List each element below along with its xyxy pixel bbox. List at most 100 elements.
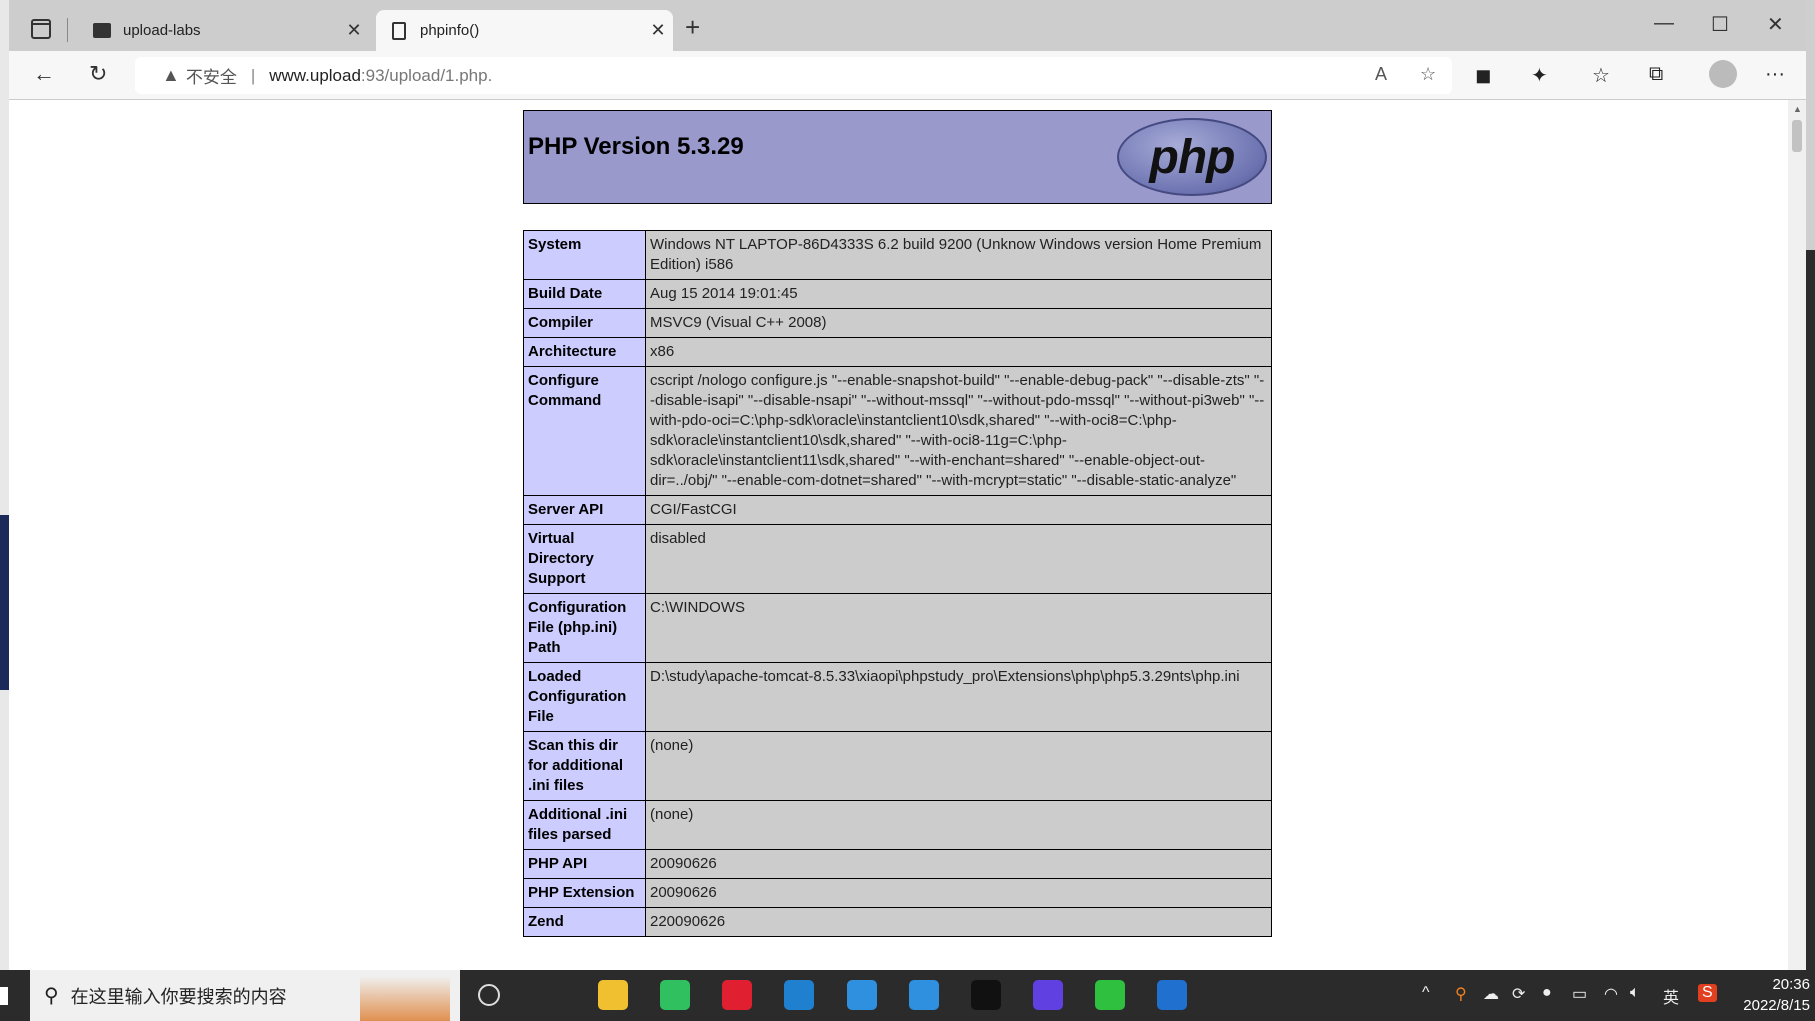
info-row: PHP Extension 20090626	[523, 878, 1272, 908]
extensions-puzzle-icon[interactable]: ✦	[1531, 63, 1548, 88]
read-aloud-icon[interactable]: A	[1375, 64, 1387, 85]
add-favorite-icon[interactable]: ☆	[1420, 64, 1436, 85]
info-row: Server API CGI/FastCGI	[523, 495, 1272, 525]
info-value: (none)	[645, 731, 1272, 801]
new-tab-button[interactable]: +	[685, 12, 700, 43]
info-value: 20090626	[645, 878, 1272, 908]
show-hidden-icons[interactable]: ^	[1422, 984, 1430, 1002]
browser-q1-taskbar-icon[interactable]	[847, 980, 877, 1010]
page-title: PHP Version 5.3.29	[528, 133, 744, 160]
info-key: Virtual Directory Support	[523, 524, 646, 594]
address-toolbar: ← ↻ ▲ 不安全 | www.upload:93/upload/1.php. …	[9, 51, 1806, 100]
sync-icon[interactable]: ⟳	[1512, 984, 1525, 1004]
info-key: Compiler	[523, 308, 646, 338]
info-row: Scan this dir for additional .ini files(…	[523, 731, 1272, 801]
volume-icon[interactable]: 🔈︎	[1630, 984, 1640, 1002]
not-secure-label[interactable]: 不安全	[186, 63, 237, 88]
info-row: Loaded Configuration File D:\study\apache…	[523, 662, 1272, 732]
info-row: Additional .ini files parsed (none)	[523, 800, 1272, 850]
info-value: Aug 15 2014 19:01:45	[645, 279, 1272, 309]
search-icon: ⚲	[44, 985, 59, 1007]
info-key: System	[523, 230, 646, 280]
info-row: Compiler MSVC9 (Visual C++ 2008)	[523, 308, 1272, 338]
terminal-taskbar-icon[interactable]	[971, 980, 1001, 1010]
url-host: www.upload	[269, 65, 361, 85]
tab-bar: upload-labs ✕ phpinfo() ✕ + — ☐ ✕	[9, 0, 1806, 51]
profile-avatar[interactable]	[1709, 60, 1737, 88]
notepad-taskbar-icon[interactable]	[1157, 980, 1187, 1010]
info-row: Configuration File (php.ini) Path C:\WIND…	[523, 593, 1272, 663]
info-key: Configuration File (php.ini) Path	[523, 593, 646, 663]
collections-icon[interactable]: ⧉	[1649, 63, 1663, 86]
taskbar-search[interactable]: ⚲ 在这里输入你要搜索的内容	[30, 970, 460, 1021]
close-window-button[interactable]: ✕	[1767, 12, 1784, 37]
app-bolt-taskbar-icon[interactable]	[1033, 980, 1063, 1010]
info-key: Configure Command	[523, 366, 646, 496]
clock-date: 2022/8/15	[1743, 997, 1810, 1014]
refresh-button[interactable]: ↻	[89, 61, 107, 87]
qq-icon[interactable]: ●	[1542, 984, 1552, 1002]
clock-time: 20:36	[1772, 976, 1810, 993]
cloud-error-icon[interactable]: ☁	[1483, 984, 1499, 1004]
ime-indicator[interactable]: 英	[1663, 984, 1679, 1008]
info-value: Windows NT LAPTOP-86D4333S 6.2 build 920…	[645, 230, 1272, 280]
page-icon	[390, 21, 408, 40]
php-logo: php	[1117, 118, 1267, 196]
start-button[interactable]	[0, 987, 8, 1005]
info-value: CGI/FastCGI	[645, 495, 1272, 525]
search-placeholder: 在这里输入你要搜索的内容	[70, 986, 287, 1007]
minimize-button[interactable]: —	[1654, 12, 1674, 35]
extension-icon[interactable]: ◼	[1475, 63, 1492, 88]
info-value: C:\WINDOWS	[645, 593, 1272, 663]
warning-icon: ▲	[162, 65, 180, 85]
search-tray-icon[interactable]: ⚲	[1455, 984, 1467, 1004]
info-value: D:\study\apache-tomcat-8.5.33\xiaopi\php…	[645, 662, 1272, 732]
info-row: System Windows NT LAPTOP-86D4333S 6.2 bui…	[523, 230, 1272, 280]
close-tab-icon[interactable]: ✕	[339, 20, 369, 41]
info-key: Scan this dir for additional .ini files	[523, 731, 646, 801]
info-value: 220090626	[645, 907, 1272, 937]
info-key: Server API	[523, 495, 646, 525]
maximize-button[interactable]: ☐	[1711, 12, 1729, 37]
page-content: PHP Version 5.3.29 php System Windows NT …	[9, 100, 1788, 970]
folder-icon	[93, 22, 111, 40]
info-value: 20090626	[645, 849, 1272, 879]
edge-taskbar-icon[interactable]	[784, 980, 814, 1010]
file-explorer-taskbar-icon[interactable]	[598, 980, 628, 1010]
vertical-scrollbar[interactable]: ▲	[1788, 100, 1806, 970]
more-menu-icon[interactable]: ···	[1765, 63, 1785, 86]
tab-phpinfo[interactable]: phpinfo() ✕	[376, 10, 673, 51]
info-value: (none)	[645, 800, 1272, 850]
desktop-edge-right	[1806, 0, 1815, 970]
info-value: cscript /nologo configure.js "--enable-s…	[645, 366, 1272, 496]
search-highlight-image	[360, 976, 450, 1021]
desktop-edge	[0, 0, 9, 970]
info-row: PHP API 20090626	[523, 849, 1272, 879]
tab-upload-labs[interactable]: upload-labs ✕	[79, 10, 369, 51]
info-key: Build Date	[523, 279, 646, 309]
address-bar[interactable]: ▲ 不安全 | www.upload:93/upload/1.php. A ☆	[135, 57, 1452, 94]
info-value: MSVC9 (Visual C++ 2008)	[645, 308, 1272, 338]
video-player-taskbar-icon[interactable]	[660, 980, 690, 1010]
url-path: :93/upload/1.php.	[360, 65, 493, 85]
wechat-taskbar-icon[interactable]	[1095, 980, 1125, 1010]
info-key: Zend	[523, 907, 646, 937]
info-value: disabled	[645, 524, 1272, 594]
info-row: Virtual Directory Support disabled	[523, 524, 1272, 594]
tab-actions-icon[interactable]	[31, 19, 51, 39]
sogou-ime-icon[interactable]: S	[1698, 984, 1717, 1002]
battery-icon[interactable]: ▭	[1572, 984, 1587, 1004]
netease-music-taskbar-icon[interactable]	[722, 980, 752, 1010]
tab-label: phpinfo()	[420, 22, 480, 39]
info-key: PHP API	[523, 849, 646, 879]
wifi-icon[interactable]: ◠	[1604, 984, 1618, 1004]
favorites-icon[interactable]: ☆	[1592, 63, 1610, 88]
info-key: Architecture	[523, 337, 646, 367]
info-row: Architecture x86	[523, 337, 1272, 367]
clock[interactable]: 20:36 2022/8/15	[1740, 974, 1810, 1016]
info-key: PHP Extension	[523, 878, 646, 908]
browser-q2-taskbar-icon[interactable]	[909, 980, 939, 1010]
back-button[interactable]: ←	[33, 61, 55, 87]
task-view-taskbar-icon[interactable]	[478, 984, 500, 1006]
close-tab-icon[interactable]: ✕	[643, 20, 673, 41]
